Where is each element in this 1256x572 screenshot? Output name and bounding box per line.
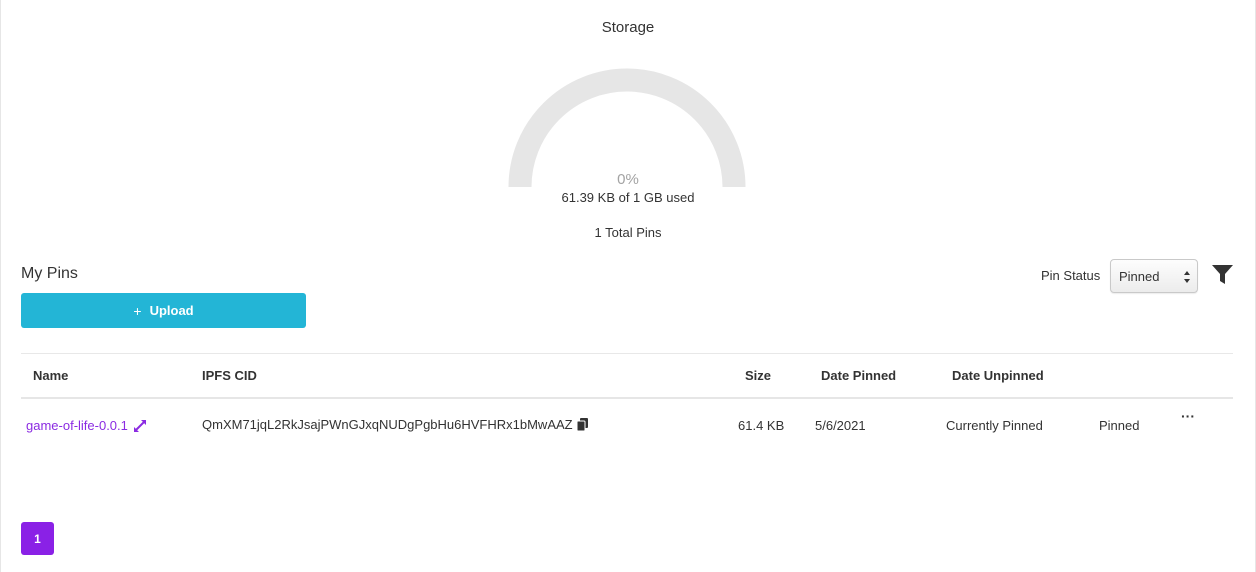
column-header-date-unpinned: Date Unpinned: [952, 368, 1044, 383]
pin-date-unpinned: Currently Pinned: [946, 418, 1043, 433]
pin-size: 61.4 KB: [738, 418, 785, 433]
my-pins-title: My Pins: [21, 265, 78, 282]
upload-button-label: Upload: [149, 303, 194, 318]
expand-icon[interactable]: [133, 419, 146, 432]
pin-status-label: Pin Status: [1041, 268, 1101, 283]
plus-icon: +: [133, 302, 142, 319]
storage-used-text: 61.39 KB of 1 GB used: [561, 190, 695, 205]
total-pins-text: 1 Total Pins: [594, 225, 662, 240]
table-header-divider: [21, 397, 1233, 399]
pin-status: Pinned: [1099, 418, 1140, 433]
select-arrows-icon: [1184, 271, 1190, 283]
pin-status-select[interactable]: Pinned: [1110, 259, 1198, 293]
pin-name-link[interactable]: game-of-life-0.0.1: [26, 418, 146, 433]
column-header-size: Size: [745, 368, 772, 383]
filter-icon[interactable]: [1212, 265, 1233, 285]
copy-icon[interactable]: [576, 418, 588, 431]
storage-percent: 0%: [617, 171, 639, 188]
column-header-date-pinned: Date Pinned: [821, 368, 897, 383]
pagination-page-1[interactable]: 1: [21, 522, 54, 555]
pin-date-pinned: 5/6/2021: [815, 418, 866, 433]
storage-gauge: [508, 68, 746, 188]
pin-cid-cell: QmXM71jqL2RkJsajPWnGJxqNUDgPgbHu6HVFHRx1…: [202, 417, 588, 432]
more-options-icon[interactable]: ···: [1181, 408, 1195, 424]
pin-cid: QmXM71jqL2RkJsajPWnGJxqNUDgPgbHu6HVFHRx1…: [202, 417, 573, 432]
pin-status-selected-value: Pinned: [1119, 268, 1160, 284]
table-top-divider: [21, 353, 1233, 354]
column-header-cid: IPFS CID: [202, 368, 257, 383]
storage-title: Storage: [601, 19, 655, 36]
upload-button[interactable]: + Upload: [21, 293, 306, 328]
pin-name: game-of-life-0.0.1: [26, 418, 128, 433]
column-header-name: Name: [33, 368, 69, 383]
